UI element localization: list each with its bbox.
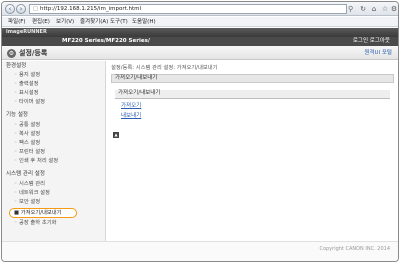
menu-file[interactable]: 파일(F)	[8, 18, 26, 26]
url-field[interactable]: □ http://192.168.1.215/im_import.html	[29, 4, 347, 14]
sidebar-item-system-mgmt[interactable]: ◦ 시스템 관리	[14, 181, 45, 188]
sidebar-item-label: 복사 설정	[19, 131, 41, 137]
sidebar-item-label: 팩스 설정	[19, 140, 41, 146]
sidebar-item-common[interactable]: ◦ 공통 설정	[14, 122, 40, 129]
url-text: http://192.168.1.215/im_import.html	[40, 6, 142, 12]
logo: imageRUNNER	[6, 29, 47, 35]
address-bar: ‹ › □ http://192.168.1.215/im_import.html…	[2, 2, 398, 16]
sidebar-heading-system: 시스템 관리 설정	[6, 171, 45, 177]
sidebar-item-label: 용지 설정	[19, 72, 41, 78]
sidebar-item-import-export[interactable]: ■ 가져오기/내보내기	[9, 208, 77, 218]
menu-favorites[interactable]: 즐겨찾기(A)	[80, 18, 108, 26]
sidebar-item-output[interactable]: ◦ 출력설정	[14, 81, 39, 88]
section-title: 가져오기/내보내기	[115, 75, 158, 81]
sidebar-item-label: 프린터 설정	[19, 149, 46, 155]
gear-icon[interactable]: ⚙	[389, 4, 398, 14]
menu-tools[interactable]: 도구(T)	[110, 18, 128, 26]
sidebar-item-finishing[interactable]: ◦ 인쇄 후 처리 설정	[14, 158, 58, 165]
footer: Copyright CANON INC. 2014	[2, 241, 398, 261]
sidebar-item-label: 공장 출하 초기화	[19, 220, 57, 226]
back-button-icon[interactable]: ‹	[5, 4, 15, 14]
sidebar-item-display[interactable]: ◦ 표시설정	[14, 90, 39, 97]
sidebar-item-label: 표시설정	[19, 90, 39, 96]
sidebar: 환경설정 ◦ 용지 설정 ◦ 출력설정 ◦ 표시설정 ◦ 타이머 설정 기능 설정 ◦ 공…	[2, 61, 106, 241]
sidebar-item-copy[interactable]: ◦ 복사 설정	[14, 131, 40, 138]
home-icon[interactable]: ⌂	[369, 4, 379, 14]
sidebar-item-label: 출력설정	[19, 81, 39, 87]
sidebar-item-factory-reset[interactable]: ◦ 공장 출하 초기화	[14, 220, 56, 227]
menu-bar: 파일(F) 편집(E) 보기(V) 즐겨찾기(A) 도구(T) 도움말(H)	[2, 17, 398, 27]
copyright: Copyright CANON INC. 2014	[319, 246, 390, 252]
sidebar-item-label: ■ 가져오기/내보내기	[14, 210, 61, 217]
sidebar-item-security[interactable]: ◦ 보안 설정	[14, 199, 40, 206]
menu-view[interactable]: 보기(V)	[56, 18, 74, 26]
sidebar-item-label: 보안 설정	[19, 199, 41, 205]
search-icon[interactable]: ⚲	[348, 5, 353, 13]
page-header: ⚙ 설정/등록 원격UI 포털	[2, 46, 398, 60]
export-link[interactable]: 내보내기	[121, 113, 141, 120]
section-header: 가져오기/내보내기	[111, 74, 394, 83]
subsection-header: 가져오기/내보내기	[115, 90, 390, 99]
sidebar-item-label: 시스템 관리	[19, 181, 46, 187]
subsection-title: 가져오기/내보내기	[118, 90, 161, 96]
menu-help[interactable]: 도움말(H)	[132, 18, 156, 26]
browser-window: ‹ › □ http://192.168.1.215/im_import.html…	[1, 1, 399, 262]
bullet-icon: ■	[14, 210, 21, 216]
refresh-icon[interactable]: ↻	[358, 4, 368, 14]
sidebar-active-label: 가져오기/내보내기	[20, 210, 62, 216]
sidebar-item-label: 네트워크 설정	[19, 190, 50, 196]
sidebar-heading-functions: 기능 설정	[6, 112, 28, 118]
model-bar: MF220 Series/MF220 Series/ 로그인 로그아웃	[2, 37, 398, 46]
back-to-top-icon[interactable]: ▲	[113, 132, 119, 138]
sidebar-heading-preferences: 환경설정	[6, 63, 27, 69]
portal-link[interactable]: 원격UI 포털	[364, 50, 392, 57]
forward-button-icon[interactable]: ›	[16, 4, 26, 14]
sidebar-item-timer[interactable]: ◦ 타이머 설정	[14, 99, 45, 106]
sidebar-item-paper[interactable]: ◦ 용지 설정	[14, 72, 40, 79]
menu-edit[interactable]: 편집(E)	[32, 18, 50, 26]
sidebar-item-label: 인쇄 후 처리 설정	[19, 158, 59, 164]
main-content: 설정/등록: 시스템 관리 설정: 가져오기/내보내기 가져오기/내보내기 가져…	[107, 61, 398, 241]
import-link[interactable]: 가져오기	[121, 103, 141, 110]
sidebar-item-network[interactable]: ◦ 네트워크 설정	[14, 190, 50, 197]
settings-icon: ⚙	[7, 49, 16, 58]
login-status[interactable]: 로그인 로그아웃	[353, 38, 390, 45]
breadcrumb: 설정/등록: 시스템 관리 설정: 가져오기/내보내기	[111, 65, 218, 71]
sidebar-item-label: 타이머 설정	[19, 99, 46, 105]
logo-bar: imageRUNNER	[2, 28, 398, 37]
page-title: 설정/등록	[19, 49, 48, 57]
page-icon: □	[33, 6, 38, 12]
sidebar-item-label: 공통 설정	[19, 122, 41, 128]
sidebar-item-fax[interactable]: ◦ 팩스 설정	[14, 140, 40, 147]
sidebar-item-printer[interactable]: ◦ 프린터 설정	[14, 149, 45, 156]
model-name: MF220 Series/MF220 Series/	[62, 38, 150, 44]
